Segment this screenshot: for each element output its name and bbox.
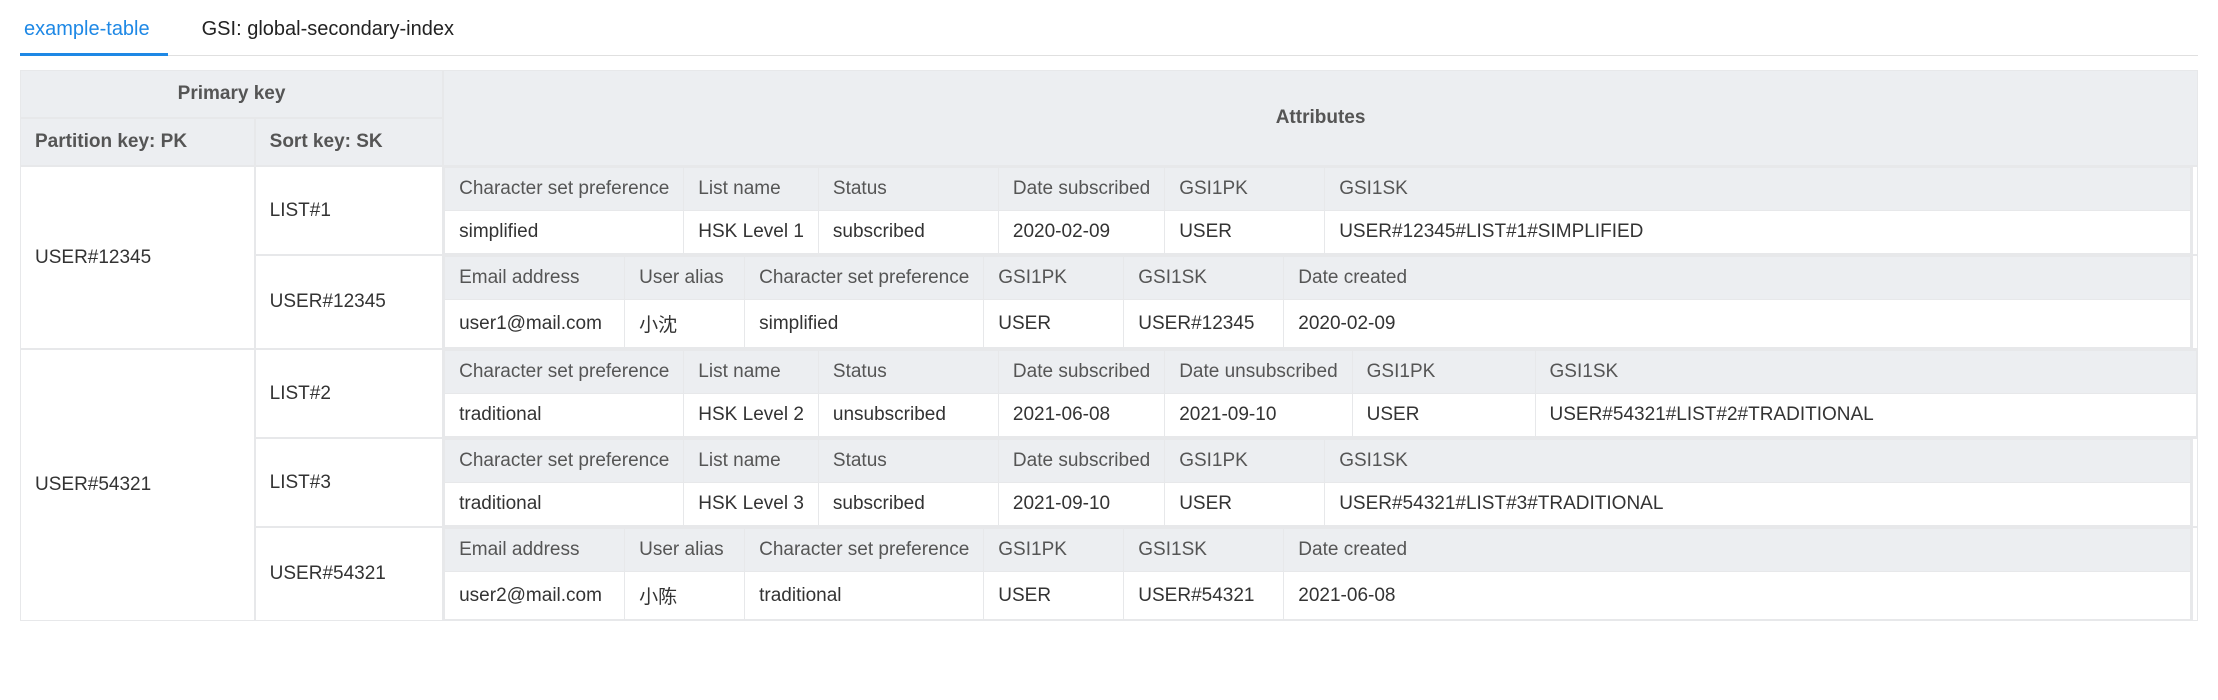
attr-label: Status bbox=[818, 168, 998, 211]
attr-value: USER bbox=[1352, 394, 1535, 437]
attr-label: GSI1SK bbox=[1325, 440, 2191, 483]
header-primary-key: Primary key bbox=[20, 70, 443, 118]
attr-value: traditional bbox=[445, 394, 684, 437]
attr-label: GSI1SK bbox=[1124, 529, 1284, 572]
header-attributes: Attributes bbox=[443, 70, 2198, 166]
attr-label: Character set preference bbox=[445, 351, 684, 394]
attr-value: USER#12345#LIST#1#SIMPLIFIED bbox=[1325, 211, 2191, 254]
empty-cell bbox=[2192, 527, 2198, 621]
attr-label: Status bbox=[818, 440, 998, 483]
attr-label: Date created bbox=[1284, 257, 2191, 300]
attr-label: Character set preference bbox=[445, 168, 684, 211]
sort-key-cell: USER#12345 bbox=[255, 255, 443, 349]
header-partition-key: Partition key: PK bbox=[20, 118, 255, 166]
attr-value: HSK Level 2 bbox=[684, 394, 819, 437]
tab-example-table[interactable]: example-table bbox=[20, 10, 168, 56]
attr-value: traditional bbox=[445, 483, 684, 526]
attr-value: 2021-06-08 bbox=[998, 394, 1164, 437]
attributes-cell: Character set preferenceList nameStatusD… bbox=[443, 166, 2192, 255]
attr-value: 2021-09-10 bbox=[998, 483, 1164, 526]
attr-value: simplified bbox=[445, 211, 684, 254]
attr-label: Date created bbox=[1284, 529, 2191, 572]
attr-value: 小陈 bbox=[625, 572, 745, 620]
empty-cell bbox=[2192, 438, 2198, 527]
attr-value: traditional bbox=[745, 572, 984, 620]
attr-label: Date subscribed bbox=[998, 168, 1164, 211]
attr-label: GSI1PK bbox=[1165, 168, 1325, 211]
attr-label: GSI1PK bbox=[1352, 351, 1535, 394]
attributes-cell: Character set preferenceList nameStatusD… bbox=[443, 349, 2198, 438]
partition-key-cell: USER#54321 bbox=[20, 349, 255, 621]
data-table: Primary key Attributes Partition key: PK… bbox=[20, 70, 2198, 621]
attr-label: Date subscribed bbox=[998, 351, 1164, 394]
attributes-cell: Email addressUser aliasCharacter set pre… bbox=[443, 527, 2192, 621]
attr-label: List name bbox=[684, 440, 819, 483]
attr-value: unsubscribed bbox=[818, 394, 998, 437]
attr-label: GSI1PK bbox=[984, 529, 1124, 572]
attr-label: Date subscribed bbox=[998, 440, 1164, 483]
attr-label: GSI1SK bbox=[1535, 351, 2196, 394]
sort-key-cell: LIST#1 bbox=[255, 166, 443, 255]
attr-label: Character set preference bbox=[745, 529, 984, 572]
attr-value: USER bbox=[984, 300, 1124, 348]
attr-label: GSI1SK bbox=[1325, 168, 2191, 211]
attr-label: GSI1PK bbox=[984, 257, 1124, 300]
table-row: USER#12345LIST#1Character set preference… bbox=[20, 166, 2198, 255]
attr-value: subscribed bbox=[818, 483, 998, 526]
attr-label: GSI1PK bbox=[1165, 440, 1325, 483]
empty-cell bbox=[2192, 166, 2198, 255]
attr-label: Email address bbox=[445, 257, 625, 300]
attr-value: USER#54321#LIST#2#TRADITIONAL bbox=[1535, 394, 2196, 437]
partition-key-cell: USER#12345 bbox=[20, 166, 255, 349]
attr-label: User alias bbox=[625, 257, 745, 300]
attr-value: user1@mail.com bbox=[445, 300, 625, 348]
attr-label: Character set preference bbox=[745, 257, 984, 300]
attr-value: USER bbox=[1165, 483, 1325, 526]
attr-value: HSK Level 3 bbox=[684, 483, 819, 526]
attributes-cell: Email addressUser aliasCharacter set pre… bbox=[443, 255, 2192, 349]
attr-value: USER bbox=[1165, 211, 1325, 254]
attr-value: subscribed bbox=[818, 211, 998, 254]
attr-value: user2@mail.com bbox=[445, 572, 625, 620]
sort-key-cell: USER#54321 bbox=[255, 527, 443, 621]
table-row: USER#12345Email addressUser aliasCharact… bbox=[20, 255, 2198, 349]
attr-value: HSK Level 1 bbox=[684, 211, 819, 254]
attr-label: User alias bbox=[625, 529, 745, 572]
attr-value: 2020-02-09 bbox=[1284, 300, 2191, 348]
attr-label: List name bbox=[684, 168, 819, 211]
header-sort-key: Sort key: SK bbox=[255, 118, 443, 166]
attr-value: USER bbox=[984, 572, 1124, 620]
table-row: USER#54321Email addressUser aliasCharact… bbox=[20, 527, 2198, 621]
table-row: LIST#3Character set preferenceList nameS… bbox=[20, 438, 2198, 527]
attr-label: GSI1SK bbox=[1124, 257, 1284, 300]
attr-value: 2020-02-09 bbox=[998, 211, 1164, 254]
attr-label: List name bbox=[684, 351, 819, 394]
attr-value: 2021-09-10 bbox=[1165, 394, 1352, 437]
attr-label: Date unsubscribed bbox=[1165, 351, 1352, 394]
tab-bar: example-table GSI: global-secondary-inde… bbox=[20, 10, 2198, 56]
table-row: USER#54321LIST#2Character set preference… bbox=[20, 349, 2198, 438]
attr-label: Email address bbox=[445, 529, 625, 572]
attr-value: USER#12345 bbox=[1124, 300, 1284, 348]
sort-key-cell: LIST#2 bbox=[255, 349, 443, 438]
tab-gsi[interactable]: GSI: global-secondary-index bbox=[198, 10, 472, 55]
attr-label: Status bbox=[818, 351, 998, 394]
attr-value: 2021-06-08 bbox=[1284, 572, 2191, 620]
empty-cell bbox=[2192, 255, 2198, 349]
attr-value: 小沈 bbox=[625, 300, 745, 348]
attr-value: simplified bbox=[745, 300, 984, 348]
attr-value: USER#54321#LIST#3#TRADITIONAL bbox=[1325, 483, 2191, 526]
sort-key-cell: LIST#3 bbox=[255, 438, 443, 527]
attributes-cell: Character set preferenceList nameStatusD… bbox=[443, 438, 2192, 527]
attr-value: USER#54321 bbox=[1124, 572, 1284, 620]
attr-label: Character set preference bbox=[445, 440, 684, 483]
